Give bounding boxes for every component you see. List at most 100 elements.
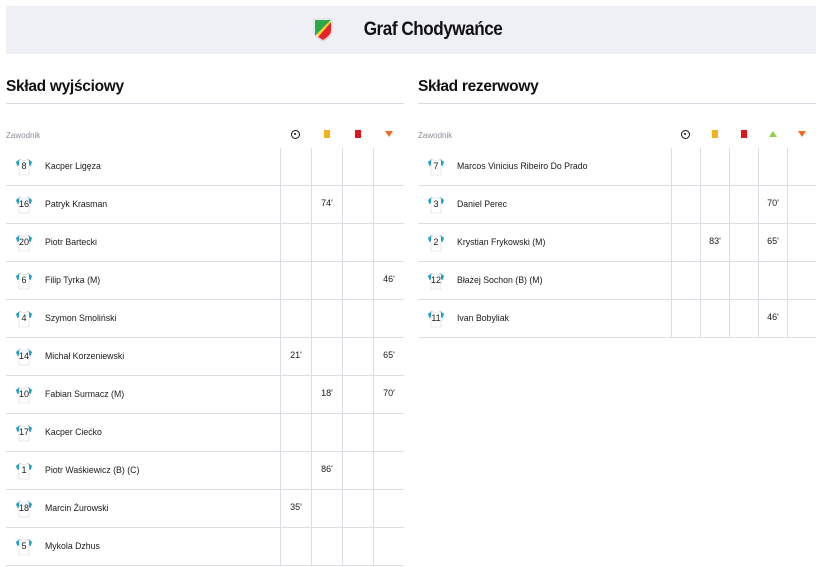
player-name[interactable]: Mykola Dzhus bbox=[45, 541, 261, 552]
player-name[interactable]: Marcin Żurowski bbox=[45, 503, 261, 514]
shirt-icon: 17 bbox=[15, 424, 33, 442]
player-name[interactable]: Błażej Sochon (B) (M) bbox=[457, 275, 654, 286]
out-cell: 70' bbox=[373, 375, 404, 414]
out-cell: 46' bbox=[373, 261, 404, 300]
goal-cell bbox=[280, 299, 311, 338]
shirt-icon: 4 bbox=[15, 310, 33, 328]
player-row: 4 Szymon Smoliński bbox=[6, 299, 404, 338]
player-name[interactable]: Ivan Bobyliak bbox=[457, 313, 654, 324]
shirt-icon: 10 bbox=[15, 386, 33, 404]
goal-cell bbox=[671, 185, 700, 224]
reserves-column-header: Zawodnik bbox=[418, 104, 816, 148]
yellow-cell bbox=[311, 337, 342, 376]
out-cell bbox=[373, 185, 404, 224]
out-cell bbox=[787, 147, 816, 186]
red-cell bbox=[729, 185, 758, 224]
player-name[interactable]: Piotr Waśkiewicz (B) (C) bbox=[45, 465, 261, 476]
shirt-number: 7 bbox=[433, 160, 439, 171]
player-name[interactable]: Marcos Vinicius Ribeiro Do Prado bbox=[457, 161, 654, 172]
shirt-number: 18 bbox=[18, 502, 29, 513]
out-cell bbox=[787, 223, 816, 262]
player-name[interactable]: Fabian Surmacz (M) bbox=[45, 389, 261, 400]
red-cell bbox=[342, 337, 373, 376]
team-name: Graf Chodywańce bbox=[363, 19, 503, 40]
yellow-card-icon bbox=[323, 130, 330, 138]
shirt-icon: 18 bbox=[15, 500, 33, 518]
player-info: 20 Piotr Bartecki bbox=[6, 234, 280, 252]
in-cell bbox=[758, 261, 787, 300]
shirt-number: 4 bbox=[21, 312, 27, 323]
goal-cell bbox=[280, 261, 311, 300]
shirt-icon: 16 bbox=[15, 196, 33, 214]
player-name[interactable]: Michał Korzeniewski bbox=[45, 351, 261, 362]
shirt-number: 6 bbox=[21, 274, 27, 285]
out-cell bbox=[373, 147, 404, 186]
yellow-cell bbox=[311, 261, 342, 300]
yellow-cell bbox=[700, 261, 729, 300]
goal-cell bbox=[671, 147, 700, 186]
player-row: 10 Fabian Surmacz (M) 18' 70' bbox=[6, 375, 404, 414]
player-row: 14 Michał Korzeniewski 21' 65' bbox=[6, 337, 404, 376]
player-column-label: Zawodnik bbox=[6, 131, 41, 140]
shirt-icon: 2 bbox=[427, 234, 445, 252]
starting-lineup-title: Skład wyjściowy bbox=[6, 74, 404, 104]
player-name[interactable]: Daniel Perec bbox=[457, 199, 654, 210]
yellow-cell bbox=[311, 147, 342, 186]
player-name[interactable]: Filip Tyrka (M) bbox=[45, 275, 261, 286]
goal-cell bbox=[280, 451, 311, 490]
player-name[interactable]: Piotr Bartecki bbox=[45, 237, 261, 248]
red-cell bbox=[342, 299, 373, 338]
yellow-cell: 86' bbox=[311, 451, 342, 490]
player-name[interactable]: Kacper Ciećko bbox=[45, 427, 261, 438]
out-cell bbox=[373, 413, 404, 452]
goal-cell bbox=[671, 299, 700, 338]
shirt-number: 14 bbox=[18, 350, 29, 361]
shirt-icon: 5 bbox=[15, 538, 33, 556]
in-cell: 46' bbox=[758, 299, 787, 338]
in-cell bbox=[758, 147, 787, 186]
starting-player-list: 8 Kacper Ligęza 16 Patryk Krasman 74' 20 Piotr… bbox=[6, 147, 404, 566]
red-cell bbox=[342, 223, 373, 262]
yellow-cell: 74' bbox=[311, 185, 342, 224]
player-name[interactable]: Szymon Smoliński bbox=[45, 313, 261, 324]
player-row: 16 Patryk Krasman 74' bbox=[6, 185, 404, 224]
player-row: 2 Krystian Frykowski (M) 83' 65' bbox=[418, 223, 816, 262]
shirt-number: 2 bbox=[433, 236, 439, 247]
player-name[interactable]: Kacper Ligęza bbox=[45, 161, 261, 172]
out-cell: 65' bbox=[373, 337, 404, 376]
player-name[interactable]: Krystian Frykowski (M) bbox=[457, 237, 654, 248]
red-cell bbox=[729, 147, 758, 186]
yellow-cell bbox=[311, 489, 342, 528]
red-cell bbox=[342, 451, 373, 490]
player-info: 16 Patryk Krasman bbox=[6, 196, 280, 214]
goal-cell bbox=[671, 223, 700, 262]
goal-cell bbox=[280, 147, 311, 186]
shirt-number: 16 bbox=[18, 198, 29, 209]
shirt-number: 11 bbox=[431, 312, 441, 323]
player-info: 17 Kacper Ciećko bbox=[6, 424, 280, 442]
player-info: 5 Mykola Dzhus bbox=[6, 538, 280, 556]
out-cell bbox=[787, 261, 816, 300]
shirt-icon: 11 bbox=[427, 310, 445, 328]
player-name[interactable]: Patryk Krasman bbox=[45, 199, 261, 210]
player-row: 20 Piotr Bartecki bbox=[6, 223, 404, 262]
goal-cell bbox=[671, 261, 700, 300]
starting-lineup-panel: Skład wyjściowy Zawodnik 8 Kacper Ligęza 1… bbox=[6, 74, 404, 566]
football-icon bbox=[291, 129, 300, 139]
shirt-number: 20 bbox=[18, 236, 29, 247]
yellow-card-icon bbox=[711, 130, 718, 138]
red-cell bbox=[342, 413, 373, 452]
shirt-icon: 8 bbox=[15, 158, 33, 176]
reserves-panel: Skład rezerwowy Zawodnik 7 Marcos Viniciu… bbox=[418, 74, 816, 338]
player-info: 6 Filip Tyrka (M) bbox=[6, 272, 280, 290]
red-cell bbox=[342, 527, 373, 566]
player-info: 11 Ivan Bobyliak bbox=[418, 310, 671, 328]
red-cell bbox=[342, 489, 373, 528]
shirt-number: 3 bbox=[433, 198, 439, 209]
red-cell bbox=[342, 375, 373, 414]
red-card-icon bbox=[354, 130, 361, 138]
player-row: 5 Mykola Dzhus bbox=[6, 527, 404, 566]
out-cell bbox=[373, 527, 404, 566]
shirt-icon: 14 bbox=[15, 348, 33, 366]
goal-cell: 35' bbox=[280, 489, 311, 528]
